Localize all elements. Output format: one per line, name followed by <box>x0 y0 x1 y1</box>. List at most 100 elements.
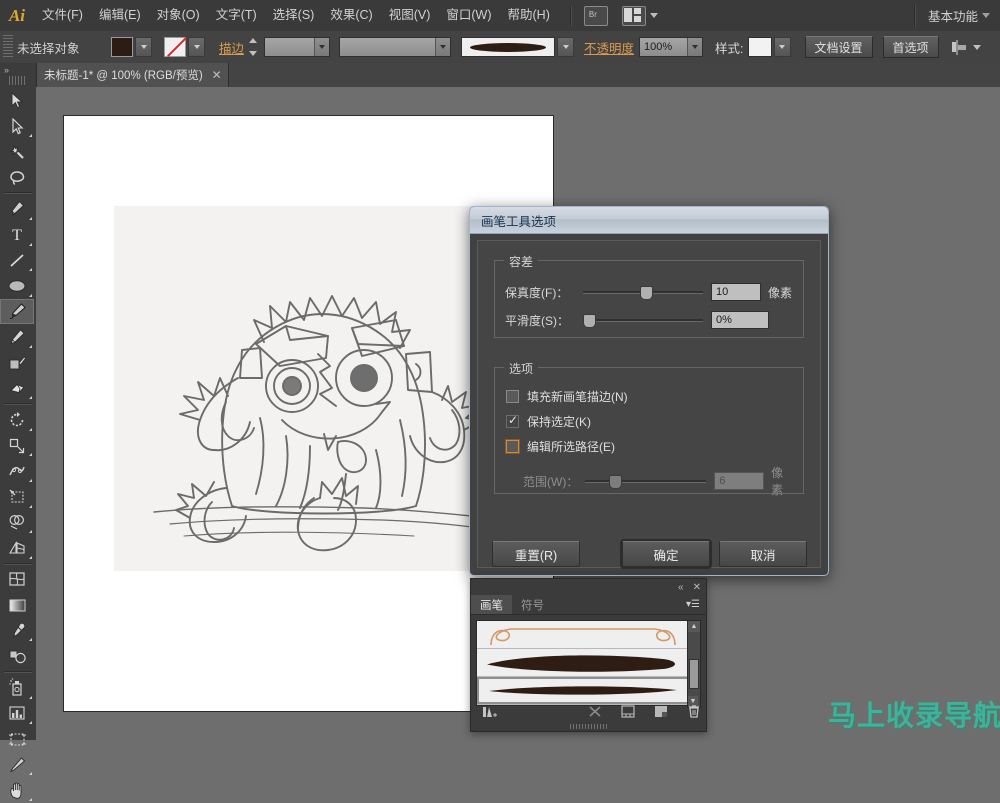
lasso-tool[interactable] <box>0 165 34 191</box>
bridge-icon[interactable]: Br <box>583 5 608 26</box>
type-tool[interactable]: T <box>0 222 34 248</box>
column-graph-tool[interactable] <box>0 701 34 727</box>
menu-object[interactable]: 对象(O) <box>149 0 208 31</box>
remove-brush-stroke-icon[interactable] <box>582 700 607 722</box>
new-brush-icon[interactable] <box>648 700 673 722</box>
magic-wand-tool[interactable] <box>0 139 34 165</box>
pen-tool[interactable] <box>0 196 34 222</box>
brush-definition-preview[interactable] <box>461 37 556 57</box>
symbol-sprayer-tool[interactable] <box>0 675 34 701</box>
free-transform-tool[interactable] <box>0 484 34 510</box>
brush-tool-options-dialog[interactable]: 画笔工具选项 容差 保真度(F)： 10 像素 平滑度(S)： 0% 选项 填充… <box>469 206 829 576</box>
menu-help[interactable]: 帮助(H) <box>500 0 558 31</box>
workspace-switcher[interactable]: 基本功能 <box>913 4 1000 27</box>
fill-new-brush-strokes-row[interactable]: 填充新画笔描边(N) <box>506 388 628 405</box>
pencil-tool[interactable] <box>0 324 34 350</box>
edit-selected-paths-row[interactable]: 编辑所选路径(E) <box>506 438 615 455</box>
menu-effect[interactable]: 效果(C) <box>322 0 380 31</box>
tools-panel-grip[interactable] <box>9 76 27 85</box>
stroke-weight-stepper[interactable] <box>249 38 260 56</box>
blend-tool[interactable] <box>0 643 34 669</box>
ellipse-tool[interactable] <box>0 273 34 299</box>
line-segment-tool[interactable] <box>0 248 34 274</box>
brush-definition-control[interactable] <box>461 37 575 57</box>
keep-selected-checkbox[interactable]: ✓ <box>506 414 519 428</box>
cancel-button[interactable]: 取消 <box>719 541 807 567</box>
fidelity-slider[interactable] <box>583 285 703 300</box>
smoothness-slider[interactable] <box>583 313 703 328</box>
chevron-down-icon[interactable] <box>314 38 330 56</box>
preferences-button[interactable]: 首选项 <box>882 36 939 58</box>
fill-swatch[interactable] <box>111 37 133 57</box>
slider-thumb[interactable] <box>583 314 596 328</box>
eyedropper-tool[interactable] <box>0 618 34 644</box>
stroke-weight-combo[interactable] <box>264 37 331 57</box>
collapse-icon[interactable]: « <box>678 582 684 593</box>
tab-brushes[interactable]: 画笔 <box>471 595 512 614</box>
opacity-label[interactable]: 不透明度 <box>584 38 634 57</box>
menu-window[interactable]: 窗口(W) <box>438 0 499 31</box>
brush-item-calligraphic-loop[interactable] <box>477 621 689 649</box>
fill-dropdown-button[interactable] <box>135 37 152 57</box>
stroke-color-control[interactable] <box>164 37 205 57</box>
align-objects-control[interactable] <box>951 39 981 55</box>
chevron-down-icon[interactable] <box>435 38 451 56</box>
hand-tool[interactable] <box>0 777 34 803</box>
mesh-tool[interactable] <box>0 567 34 593</box>
document-tab[interactable]: 未标题-1* @ 100% (RGB/预览) ✕ <box>36 63 229 87</box>
artboard-tool[interactable] <box>0 726 34 752</box>
tools-panel-collapse[interactable]: » <box>0 63 36 76</box>
dialog-title-bar[interactable]: 画笔工具选项 <box>470 207 828 234</box>
brushes-panel[interactable]: « ✕ 画笔 符号 ▾☰ ▲ ▼ <box>470 578 707 732</box>
ok-button[interactable]: 确定 <box>622 541 710 567</box>
document-setup-button[interactable]: 文档设置 <box>804 36 873 58</box>
close-icon[interactable]: ✕ <box>212 69 222 81</box>
edit-selected-paths-checkbox[interactable] <box>506 440 519 453</box>
scrollbar-thumb[interactable] <box>689 659 699 689</box>
panel-menu-icon[interactable]: ▾☰ <box>686 599 700 610</box>
brush-item-tapered-thick[interactable] <box>477 649 689 677</box>
slider-thumb[interactable] <box>639 286 653 300</box>
stroke-dropdown-button[interactable] <box>188 37 205 57</box>
close-icon[interactable]: ✕ <box>693 582 701 593</box>
brushes-list-scrollbar[interactable]: ▲ ▼ <box>687 620 701 708</box>
blob-brush-tool[interactable] <box>0 350 34 376</box>
menu-type[interactable]: 文字(T) <box>208 0 265 31</box>
shape-builder-tool[interactable] <box>0 510 34 536</box>
keep-selected-row[interactable]: ✓ 保持选定(K) <box>506 413 591 430</box>
menu-file[interactable]: 文件(F) <box>34 0 91 31</box>
opacity-combo[interactable]: 100% <box>639 37 704 57</box>
brush-libraries-menu-icon[interactable] <box>477 700 502 722</box>
brushes-list[interactable]: ▲ ▼ <box>476 620 701 708</box>
tab-symbols[interactable]: 符号 <box>512 595 553 614</box>
reset-button[interactable]: 重置(R) <box>492 541 580 567</box>
brushes-panel-resize-grip[interactable] <box>471 722 706 731</box>
smoothness-input[interactable]: 0% <box>711 311 769 329</box>
graphic-style-swatch[interactable] <box>747 37 772 57</box>
width-tool[interactable] <box>0 458 34 484</box>
stroke-swatch-none[interactable] <box>164 37 186 57</box>
range-slider[interactable] <box>584 474 707 489</box>
rotate-tool[interactable] <box>0 407 34 433</box>
fidelity-input[interactable]: 10 <box>711 283 761 301</box>
selection-tool[interactable] <box>0 88 34 114</box>
perspective-grid-tool[interactable] <box>0 535 34 561</box>
stroke-label[interactable]: 描边 <box>219 38 244 57</box>
control-bar-grip[interactable] <box>3 35 13 59</box>
slider-thumb[interactable] <box>609 475 623 489</box>
range-input[interactable]: 6 <box>714 472 765 490</box>
brush-definition-dropdown[interactable] <box>557 37 575 57</box>
options-of-selected-object-icon[interactable] <box>615 700 640 722</box>
slice-tool[interactable] <box>0 752 34 778</box>
scroll-up-icon[interactable]: ▲ <box>688 621 700 632</box>
delete-brush-icon[interactable] <box>681 700 706 722</box>
menu-edit[interactable]: 编辑(E) <box>91 0 149 31</box>
fill-new-brush-strokes-checkbox[interactable] <box>506 390 519 403</box>
menu-view[interactable]: 视图(V) <box>381 0 439 31</box>
direct-selection-tool[interactable] <box>0 114 34 140</box>
paintbrush-tool[interactable] <box>0 298 34 325</box>
scale-tool[interactable] <box>0 433 34 459</box>
eraser-tool[interactable] <box>0 376 34 402</box>
chevron-down-icon[interactable] <box>687 38 703 56</box>
stroke-profile-combo[interactable] <box>339 37 452 57</box>
